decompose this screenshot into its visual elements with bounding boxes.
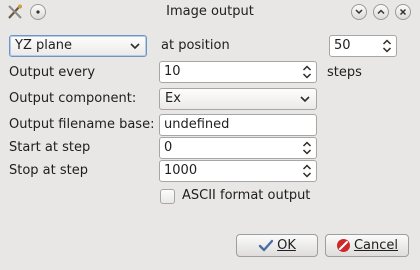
spin-arrows-icon[interactable] (302, 64, 312, 80)
filename-base-label: Output filename base: (9, 117, 155, 132)
checkmark-icon (258, 239, 274, 251)
position-value: 50 (334, 38, 351, 53)
output-component-select[interactable]: Ex (159, 88, 317, 110)
start-step-label: Start at step (9, 140, 91, 155)
spin-arrows-icon[interactable] (302, 163, 312, 179)
stop-step-value: 1000 (164, 163, 198, 178)
title-bar[interactable]: Image output (0, 0, 420, 24)
output-every-spinbox[interactable]: 10 (159, 61, 317, 83)
ascii-format-checkbox[interactable] (160, 189, 175, 204)
output-component-label: Output component: (9, 91, 137, 106)
position-spinbox[interactable]: 50 (329, 35, 397, 57)
steps-label: steps (327, 65, 362, 80)
plane-select-value: YZ plane (15, 38, 73, 53)
close-icon[interactable] (395, 4, 411, 20)
at-position-label: at position (161, 38, 230, 53)
cancel-icon (336, 239, 350, 252)
output-every-label: Output every (9, 65, 96, 80)
ok-label: OK (277, 238, 296, 253)
ascii-format-label[interactable]: ASCII format output (182, 188, 310, 203)
plane-select[interactable]: YZ plane (9, 35, 147, 57)
help-icon[interactable] (351, 4, 367, 20)
start-step-spinbox[interactable]: 0 (159, 137, 317, 159)
cancel-button[interactable]: Cancel (325, 234, 409, 257)
ok-button[interactable]: OK (236, 234, 318, 257)
filename-base-input[interactable]: undefined (159, 114, 317, 136)
chevron-down-icon (130, 43, 140, 50)
spin-arrows-icon[interactable] (302, 140, 312, 156)
spin-arrows-icon[interactable] (382, 38, 392, 54)
output-every-value: 10 (164, 64, 181, 79)
stop-step-label: Stop at step (9, 163, 89, 178)
stop-step-spinbox[interactable]: 1000 (159, 160, 317, 182)
output-component-value: Ex (165, 91, 181, 106)
chevron-down-icon (300, 96, 310, 103)
maximize-icon[interactable] (373, 4, 389, 20)
cancel-label: Cancel (353, 238, 399, 253)
start-step-value: 0 (164, 140, 173, 155)
